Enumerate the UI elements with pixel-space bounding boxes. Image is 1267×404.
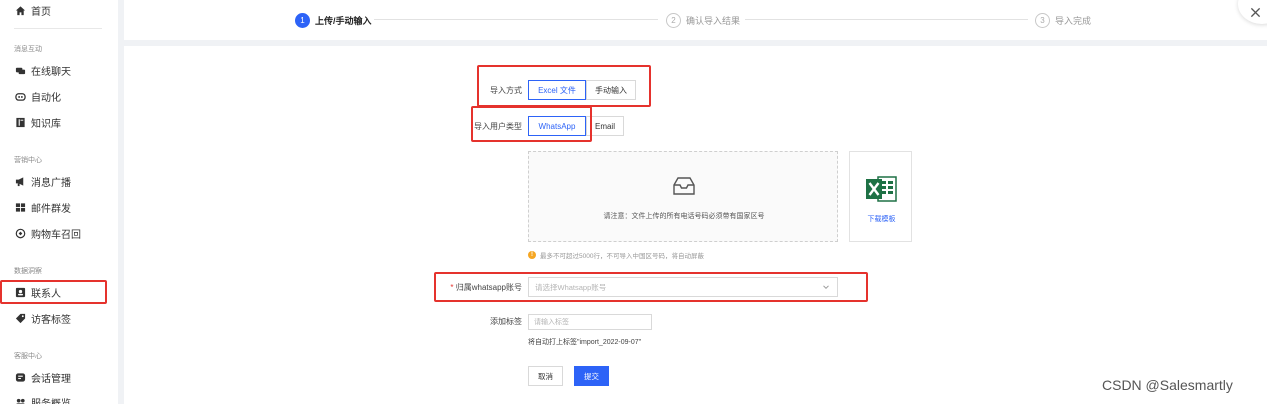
robot-icon xyxy=(14,90,26,102)
home-icon xyxy=(14,4,26,16)
step-label: 导入完成 xyxy=(1055,15,1092,26)
step-1: 1 上传/手动输入 xyxy=(295,11,372,29)
sidebar-item-label: 服务概览 xyxy=(31,398,71,404)
download-template-link[interactable]: 下载模板 xyxy=(850,214,913,224)
step-number: 3 xyxy=(1035,12,1050,28)
sidebar-item-label: 消息广播 xyxy=(31,177,71,189)
upload-tip: ! 最多不可超过5000行，不可导入中国区号码，将自动屏蔽 xyxy=(528,250,704,260)
sidebar-item-label: 购物车召回 xyxy=(31,229,81,241)
sidebar-item-label: 会话管理 xyxy=(31,373,71,385)
excel-icon xyxy=(866,176,897,202)
account-label-text: 归属whatsapp账号 xyxy=(455,283,522,292)
sidebar-item-cart-recovery[interactable]: 购物车召回 xyxy=(14,223,81,243)
warning-icon: ! xyxy=(528,251,536,259)
sidebar-item-label: 联系人 xyxy=(31,288,61,300)
sidebar-item-home[interactable]: 首页 xyxy=(14,0,51,20)
sidebar-item-label: 知识库 xyxy=(31,118,61,130)
import-method-label: 导入方式 xyxy=(490,86,522,95)
file-upload-dropzone[interactable]: 请注意：文件上传的所有电话号码必须带有国家区号 xyxy=(528,151,838,242)
megaphone-icon xyxy=(14,175,26,187)
inbox-icon xyxy=(673,177,695,195)
tag-placeholder: 请输入标签 xyxy=(534,319,569,326)
whatsapp-account-select[interactable]: 请选择Whatsapp账号 xyxy=(528,277,838,297)
sidebar-item-knowledge[interactable]: 知识库 xyxy=(14,112,61,132)
contact-card-icon xyxy=(14,286,26,298)
sidebar: 首页 消息互动 在线聊天 自动化 知识库 营销中心 消息广播 邮件群发 购物车召… xyxy=(0,0,118,404)
sidebar-item-live-chat[interactable]: 在线聊天 xyxy=(14,60,71,80)
sidebar-group-marketing: 营销中心 xyxy=(14,157,42,164)
step-label: 上传/手动输入 xyxy=(315,15,372,26)
select-placeholder: 请选择Whatsapp账号 xyxy=(535,282,607,292)
sidebar-item-label: 在线聊天 xyxy=(31,66,71,78)
step-connector xyxy=(374,19,658,20)
user-type-email-button[interactable]: Email xyxy=(586,116,624,136)
tip-text: 最多不可超过5000行，不可导入中国区号码，将自动屏蔽 xyxy=(540,253,704,260)
sidebar-group-data: 数据洞察 xyxy=(14,268,42,275)
close-icon xyxy=(1250,7,1261,18)
import-method-manual-button[interactable]: 手动输入 xyxy=(586,80,636,100)
step-3: 3 导入完成 xyxy=(1035,11,1091,29)
users-icon xyxy=(14,396,26,404)
submit-button[interactable]: 提交 xyxy=(574,366,609,386)
book-icon xyxy=(14,116,26,128)
chat-icon xyxy=(14,64,26,76)
session-icon xyxy=(14,371,26,383)
upload-notice: 请注意：文件上传的所有电话号码必须带有国家区号 xyxy=(603,213,765,220)
required-mark: * xyxy=(450,283,454,292)
sidebar-divider xyxy=(14,28,102,29)
user-type-label: 导入用户类型 xyxy=(474,122,522,131)
account-label: * 归属whatsapp账号 xyxy=(448,282,522,293)
chevron-down-icon xyxy=(823,285,829,290)
import-method-excel-button[interactable]: Excel 文件 xyxy=(528,80,586,100)
user-type-whatsapp-button[interactable]: WhatsApp xyxy=(528,116,586,136)
sidebar-item-broadcast[interactable]: 消息广播 xyxy=(14,171,71,191)
sidebar-item-label: 首页 xyxy=(31,6,51,18)
cancel-button[interactable]: 取消 xyxy=(528,366,563,386)
sidebar-item-label: 访客标签 xyxy=(31,314,71,326)
sidebar-item-visitor-tags[interactable]: 访客标签 xyxy=(14,308,71,328)
mail-group-icon xyxy=(14,201,26,213)
step-label: 确认导入结果 xyxy=(686,15,741,26)
cart-recall-icon xyxy=(14,227,26,239)
sidebar-item-email-send[interactable]: 邮件群发 xyxy=(14,197,71,217)
step-connector xyxy=(745,19,1028,20)
sidebar-item-label: 自动化 xyxy=(31,92,61,104)
tag-label: 添加标签 xyxy=(490,317,522,326)
sidebar-item-service-overview[interactable]: 服务概览 xyxy=(14,392,71,404)
watermark: CSDN @Salesmartly xyxy=(1102,377,1233,393)
sidebar-group-support: 客服中心 xyxy=(14,353,42,360)
tag-hint: 将自动打上标签"import_2022-09-07" xyxy=(528,339,642,346)
sidebar-item-contacts[interactable]: 联系人 xyxy=(14,282,61,302)
tag-input[interactable]: 请输入标签 xyxy=(528,314,652,330)
step-number: 2 xyxy=(666,12,681,28)
sidebar-item-sessions[interactable]: 会话管理 xyxy=(14,367,71,387)
sidebar-group-messaging: 消息互动 xyxy=(14,46,42,53)
step-number: 1 xyxy=(295,12,310,28)
step-2: 2 确认导入结果 xyxy=(666,11,740,29)
sidebar-item-automation[interactable]: 自动化 xyxy=(14,86,61,106)
download-template-card[interactable]: 下载模板 xyxy=(849,151,912,242)
sidebar-item-label: 邮件群发 xyxy=(31,203,71,215)
tag-icon xyxy=(14,312,26,324)
